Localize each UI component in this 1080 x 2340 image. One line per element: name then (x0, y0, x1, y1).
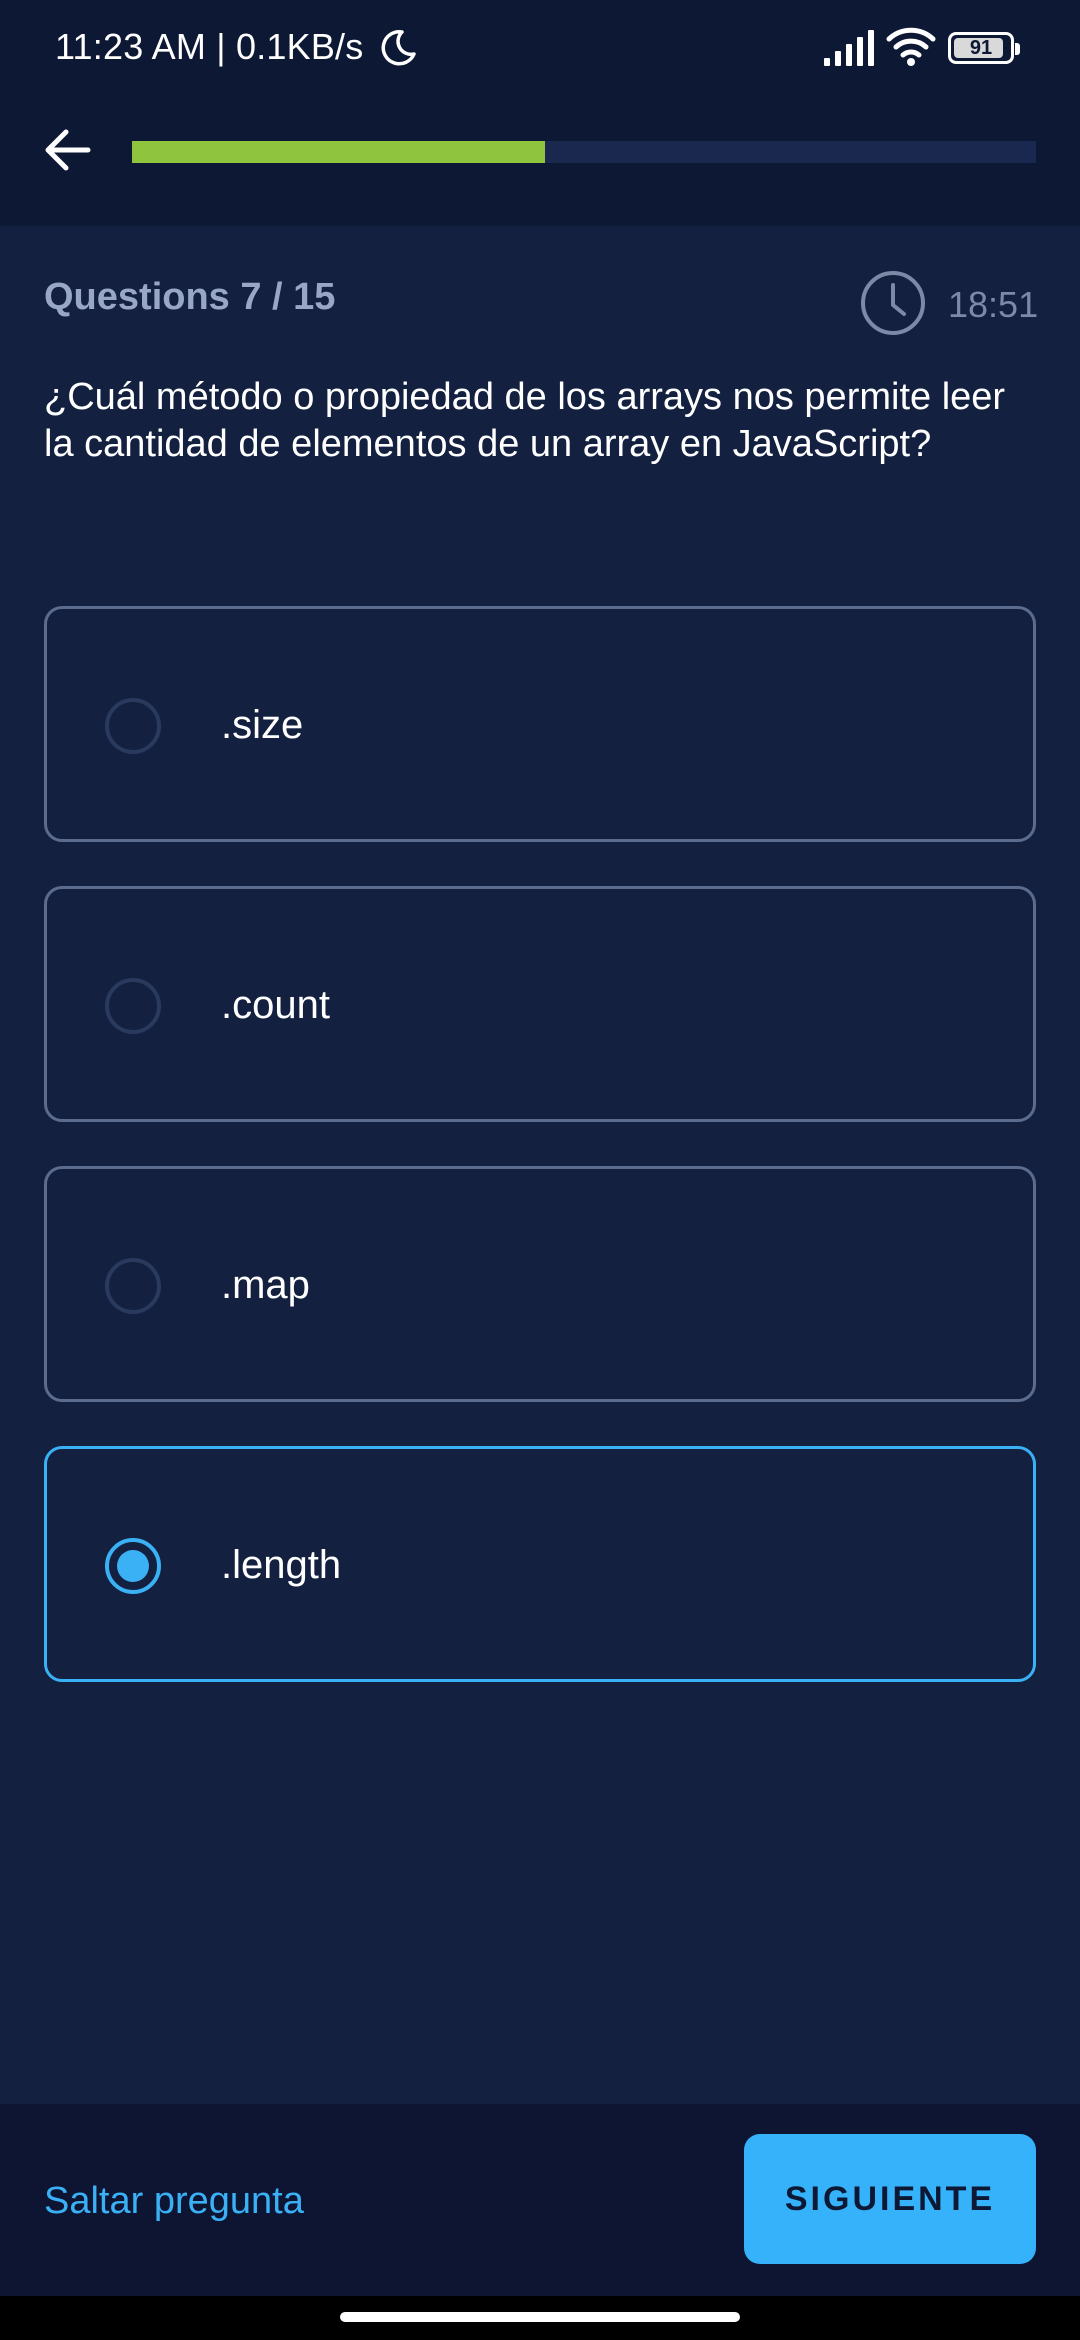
radio-button[interactable] (105, 978, 161, 1034)
radio-button[interactable] (105, 1258, 161, 1314)
answer-option-label: .length (221, 1543, 342, 1587)
answer-option-label: .count (221, 983, 330, 1027)
skip-question-link[interactable]: Saltar pregunta (44, 2180, 304, 2223)
signal-icon (824, 30, 874, 66)
timer: 18:51 (948, 284, 1039, 325)
answer-option-label: .size (221, 703, 304, 747)
answer-option-size[interactable]: .size (44, 606, 1036, 842)
bottom-action-bar: Saltar pregunta SIGUIENTE (0, 2104, 1080, 2296)
status-time: 11:23 AM | 0.1KB/s (55, 26, 364, 67)
home-indicator[interactable] (340, 2312, 740, 2322)
answer-option-length[interactable]: .length (44, 1446, 1036, 1682)
top-bar: 11:23 AM | 0.1KB/s 91 (0, 0, 1080, 226)
arrow-left-icon[interactable] (40, 120, 96, 180)
quiz-progress-bar (132, 141, 1036, 163)
quiz-progress-fill (132, 141, 545, 163)
battery-icon: 91 (948, 32, 1020, 64)
answer-option-count[interactable]: .count (44, 886, 1036, 1122)
answer-option-label: .map (221, 1263, 310, 1307)
moon-icon (381, 30, 416, 66)
next-button[interactable]: SIGUIENTE (744, 2134, 1036, 2264)
navigation-bar (0, 2296, 1080, 2340)
question-text: ¿Cuál método o propiedad de los arrays n… (44, 376, 1006, 465)
status-bar: 11:23 AM | 0.1KB/s 91 (0, 0, 1080, 100)
wifi-icon (886, 27, 936, 66)
radio-button[interactable] (105, 698, 161, 754)
question-counter: Questions 7 / 15 (44, 276, 336, 318)
answer-option-map[interactable]: .map (44, 1166, 1036, 1402)
battery-level: 91 (969, 36, 993, 59)
clock-icon (861, 271, 925, 335)
radio-button[interactable] (105, 1538, 161, 1594)
